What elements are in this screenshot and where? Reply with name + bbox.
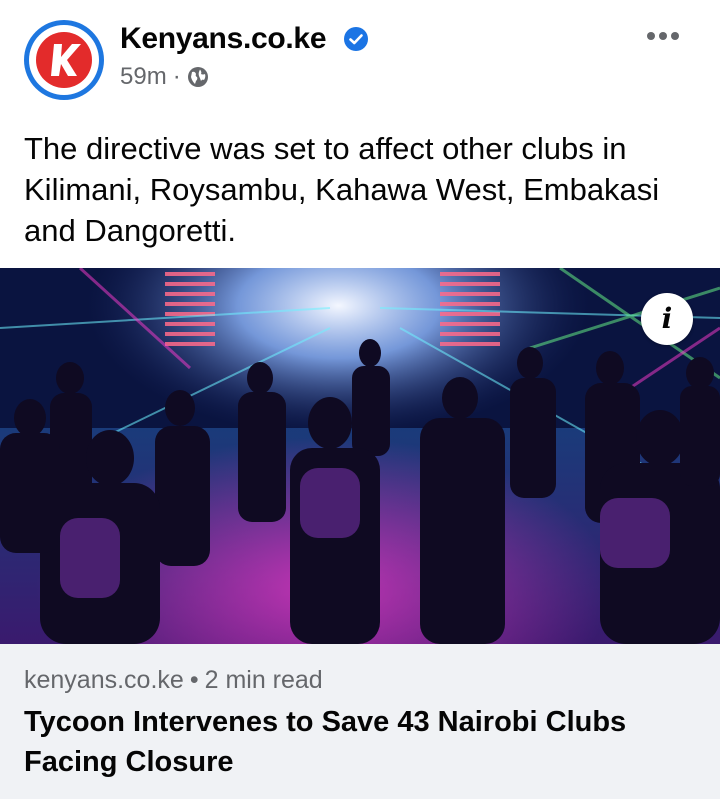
more-dot [647,32,655,40]
more-options-button[interactable] [647,28,687,44]
kenyans-logo [29,25,99,95]
meta-separator: · [172,63,181,90]
link-read-time: 2 min read [204,666,323,694]
more-dot [659,32,667,40]
link-separator: • [189,666,199,694]
page-name[interactable]: Kenyans.co.ke [120,22,327,56]
info-icon: i [661,302,673,335]
info-button[interactable]: i [641,293,693,345]
link-title[interactable]: Tycoon Intervenes to Save 43 Nairobi Clu… [24,702,674,782]
post-header: Kenyans.co.ke 59m · [0,0,720,110]
post-timestamp[interactable]: 59m [120,63,167,91]
post-meta: 59m · [120,63,209,91]
verified-badge-icon [344,27,368,51]
more-dot [671,32,679,40]
nightclub-photo [0,268,720,644]
link-domain: kenyans.co.ke [24,666,184,694]
page-avatar[interactable] [24,20,104,100]
post-text: The directive was set to affect other cl… [24,131,660,248]
link-meta: kenyans.co.ke • 2 min read [24,666,323,695]
post-image[interactable] [0,268,720,644]
link-preview[interactable]: kenyans.co.ke • 2 min read Tycoon Interven… [0,644,720,799]
globe-icon [187,67,208,87]
